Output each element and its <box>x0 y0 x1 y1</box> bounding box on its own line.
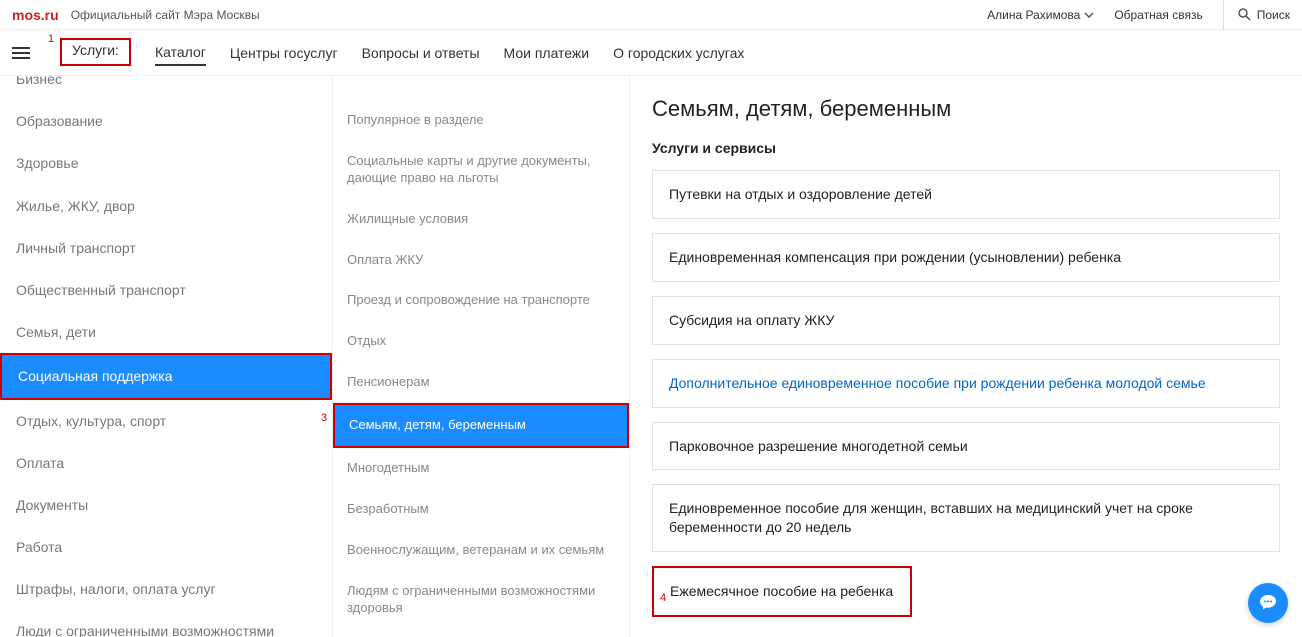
sidebar-primary: Бизнес Образование Здоровье Жилье, ЖКУ, … <box>0 76 333 637</box>
feedback-link[interactable]: Обратная связь <box>1114 8 1202 22</box>
menu2-item[interactable]: Безработным <box>333 489 629 530</box>
nav-services[interactable]: Услуги: <box>72 38 119 62</box>
service-card[interactable]: Единовременная компенсация при рождении … <box>652 233 1280 282</box>
menu1-item[interactable]: Жилье, ЖКУ, двор <box>0 185 332 227</box>
user-name: Алина Рахимова <box>987 8 1080 22</box>
menu1-item[interactable]: Отдых, культура, спорт <box>0 400 332 442</box>
menu2-item[interactable]: Отдых <box>333 321 629 362</box>
menu1-item[interactable]: Оплата <box>0 442 332 484</box>
service-card-link[interactable]: Дополнительное единовременное пособие пр… <box>652 359 1280 408</box>
nav-about[interactable]: О городских услугах <box>613 41 744 65</box>
site-logo[interactable]: mos.ru <box>12 7 59 23</box>
menu2-item[interactable]: Оплата ЖКУ <box>333 240 629 281</box>
search-label: Поиск <box>1257 8 1290 22</box>
menu2-item[interactable]: Социальные карты и другие документы, даю… <box>333 141 629 199</box>
menu1-item[interactable]: Бизнес <box>0 76 332 100</box>
menu2-item[interactable]: Проезд и сопровождение на транспорте <box>333 280 629 321</box>
nav-services-highlighted[interactable]: Услуги: <box>60 38 131 66</box>
menu1-item[interactable]: Личный транспорт <box>0 227 332 269</box>
menu2-item[interactable]: Популярное в разделе <box>333 100 629 141</box>
chat-icon <box>1258 593 1278 613</box>
menu1-item[interactable]: Люди с ограниченными возможностями здоро… <box>0 610 332 637</box>
chevron-down-icon <box>1084 12 1094 18</box>
menu1-item[interactable]: Здоровье <box>0 142 332 184</box>
nav-payments[interactable]: Мои платежи <box>504 41 590 65</box>
search-button[interactable]: Поиск <box>1223 0 1290 30</box>
menu2-item[interactable]: Пенсионерам <box>333 362 629 403</box>
menu1-item[interactable]: Образование <box>0 100 332 142</box>
menu1-item-social-support[interactable]: Социальная поддержка <box>0 353 332 399</box>
service-card-monthly-benefit[interactable]: Ежемесячное пособие на ребенка <box>652 566 912 617</box>
menu2-item-families[interactable]: Семьям, детям, беременным <box>333 403 629 448</box>
nav-centers[interactable]: Центры госуслуг <box>230 41 338 65</box>
annotation-marker-1: 1 <box>48 33 54 45</box>
menu1-item[interactable]: Общественный транспорт <box>0 269 332 311</box>
chat-button[interactable] <box>1248 583 1288 623</box>
menu2-item[interactable]: Жилищные условия <box>333 199 629 240</box>
menu1-item[interactable]: Работа <box>0 526 332 568</box>
service-card[interactable]: Субсидия на оплату ЖКУ <box>652 296 1280 345</box>
menu2-item[interactable]: Людям с ограниченными возможностями здор… <box>333 571 629 629</box>
menu1-item[interactable]: Документы <box>0 484 332 526</box>
section-subtitle: Услуги и сервисы <box>652 140 1280 156</box>
sidebar-secondary: Популярное в разделе Социальные карты и … <box>333 76 630 637</box>
menu2-item[interactable]: Многодетным <box>333 448 629 489</box>
service-card[interactable]: Единовременное пособие для женщин, встав… <box>652 484 1280 552</box>
menu1-item[interactable]: Штрафы, налоги, оплата услуг <box>0 568 332 610</box>
service-card[interactable]: Путевки на отдых и оздоровление детей <box>652 170 1280 219</box>
annotation-marker-3: 3 <box>321 412 327 424</box>
site-slogan: Официальный сайт Мэра Москвы <box>71 8 260 22</box>
content-main: Семьям, детям, беременным Услуги и серви… <box>630 76 1302 637</box>
user-menu[interactable]: Алина Рахимова <box>987 8 1094 22</box>
menu2-item[interactable]: Военнослужащим, ветеранам и их семьям <box>333 530 629 571</box>
service-card[interactable]: Парковочное разрешение многодетной семьи <box>652 422 1280 471</box>
search-icon <box>1238 8 1251 21</box>
nav-catalog[interactable]: Каталог <box>155 40 206 66</box>
nav-qa[interactable]: Вопросы и ответы <box>362 41 480 65</box>
page-title: Семьям, детям, беременным <box>652 96 1280 122</box>
hamburger-menu-icon[interactable] <box>12 47 30 59</box>
menu1-item[interactable]: Семья, дети <box>0 311 332 353</box>
